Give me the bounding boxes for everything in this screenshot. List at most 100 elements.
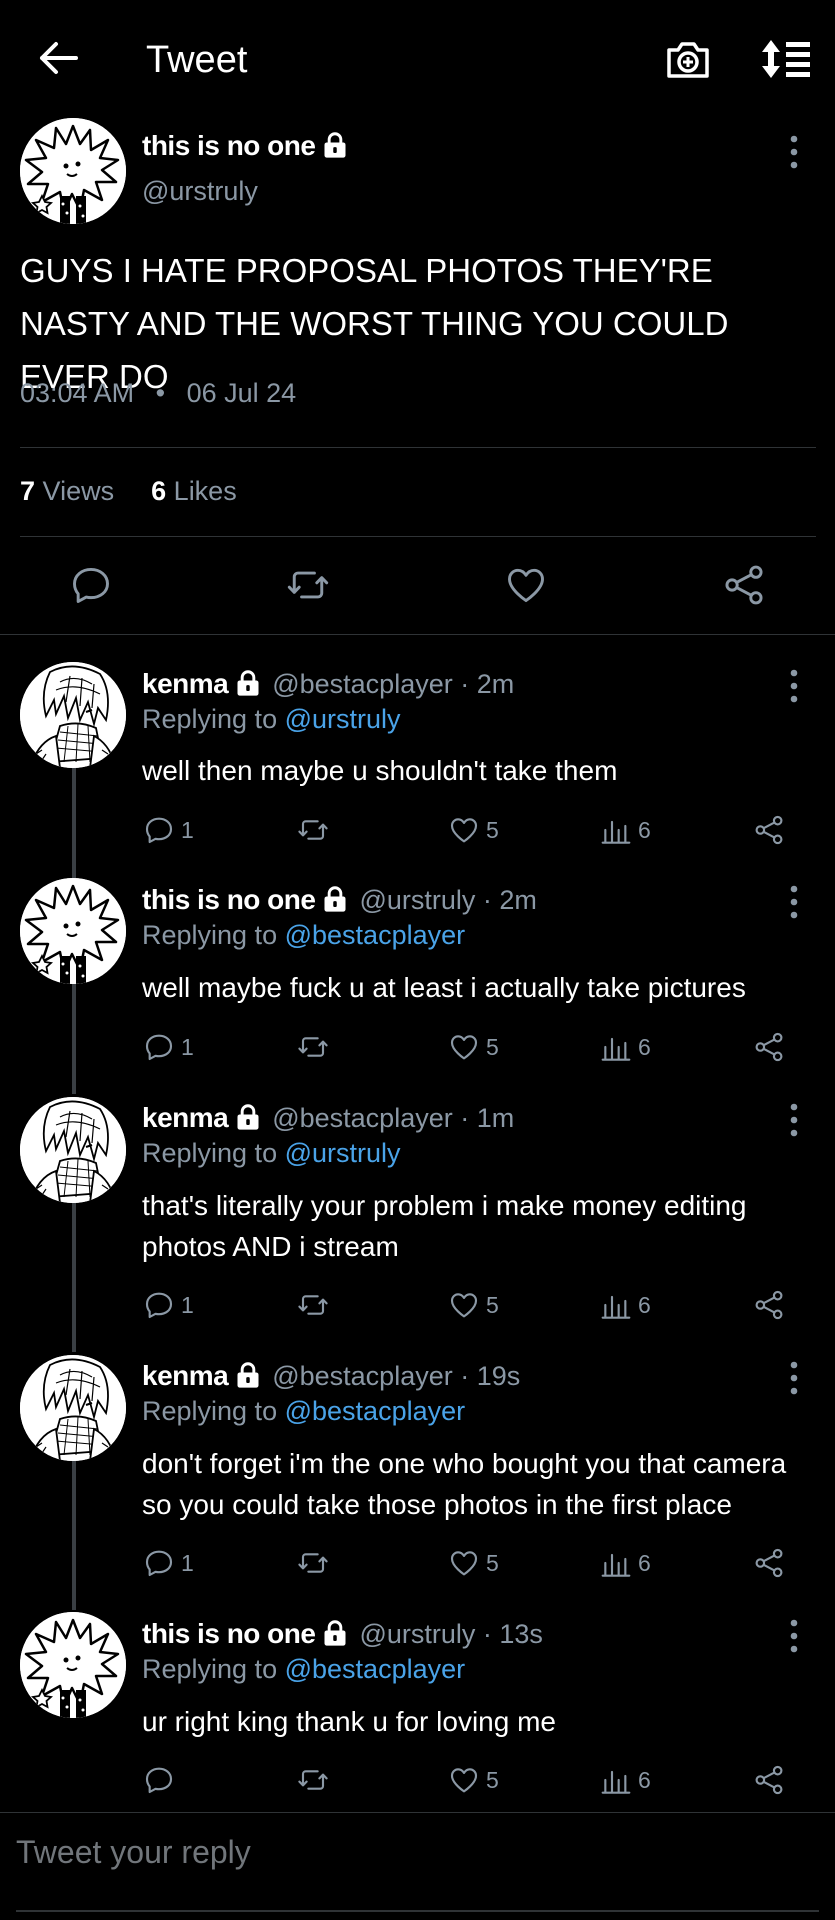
share-icon[interactable] [722,563,766,607]
comment-icon [143,814,175,846]
reply-handle-time: @urstruly · 2m [359,884,537,915]
back-arrow-icon[interactable] [36,36,80,80]
reply-header: kenma @bestacplayer · 1m [142,1102,514,1134]
comment-button[interactable]: 1 [143,1031,194,1063]
author-handle[interactable]: @urstruly [142,176,258,207]
tweet-timestamp: 03:04 AM • 06 Jul 24 [20,378,296,409]
heart-icon [448,814,480,846]
tweet-stats: 7 Views 6 Likes [20,476,237,507]
views-button[interactable]: 6 [600,1547,651,1579]
retweet-button[interactable] [297,1031,329,1063]
retweet-icon [297,1289,329,1321]
like-button[interactable]: 5 [448,814,499,846]
like-button[interactable]: 5 [448,1289,499,1321]
reply-handle-time: @bestacplayer · 2m [272,668,515,699]
replying-to-link[interactable]: @urstruly [285,704,401,734]
reply-text: ur right king thank u for loving me [142,1706,556,1737]
views-count: 6 [638,1549,651,1576]
views-button[interactable]: 6 [600,1031,651,1063]
like-button[interactable]: 5 [448,1764,499,1796]
replying-to: Replying to @urstruly [142,1138,401,1169]
avatar-kenma-image [20,1097,126,1203]
camera-add-icon[interactable] [665,36,711,82]
like-button[interactable]: 5 [448,1547,499,1579]
avatar-star-character-image [20,118,126,224]
top-bar: Tweet [0,0,835,118]
reply-author-name[interactable]: kenma [142,1360,229,1392]
comment-button[interactable]: 1 [143,814,194,846]
more-vertical-icon[interactable] [787,134,801,170]
views-label[interactable]: Views [43,476,115,506]
avatar[interactable] [20,1097,126,1203]
replying-prefix: Replying to [142,704,278,734]
comment-icon [143,1764,175,1796]
more-vertical-icon[interactable] [787,1360,801,1396]
sort-icon[interactable] [760,38,812,80]
reply-composer[interactable]: Tweet your reply [0,1812,835,1920]
comment-icon[interactable] [69,563,113,607]
reply-text: well then maybe u shouldn't take them [142,755,618,786]
likes-count: 6 [151,476,167,506]
avatar[interactable] [20,662,126,768]
views-button[interactable]: 6 [600,1289,651,1321]
more-vertical-icon[interactable] [787,1618,801,1654]
more-vertical-icon[interactable] [787,884,801,920]
retweet-icon[interactable] [286,563,330,607]
lock-icon [234,670,262,698]
retweet-button[interactable] [297,1764,329,1796]
replying-to: Replying to @urstruly [142,704,401,735]
share-button[interactable] [753,1289,785,1321]
views-chart-icon [600,1547,632,1579]
lock-icon [234,1104,262,1132]
replying-to-link[interactable]: @bestacplayer [285,1396,466,1426]
share-button[interactable] [753,1547,785,1579]
replying-to-link[interactable]: @bestacplayer [285,920,466,950]
likes-label[interactable]: Likes [174,476,237,506]
avatar-star-character-image [20,878,126,984]
main-tweet-author[interactable]: this is no one [142,130,349,162]
share-button[interactable] [753,1764,785,1796]
reply-author-name[interactable]: kenma [142,1102,229,1134]
replying-to-link[interactable]: @bestacplayer [285,1654,466,1684]
retweet-button[interactable] [297,814,329,846]
avatar-kenma-image [20,1355,126,1461]
views-count: 6 [638,1291,651,1318]
comment-button[interactable]: 1 [143,1547,194,1579]
more-vertical-icon[interactable] [787,1102,801,1138]
replying-to-link[interactable]: @urstruly [285,1138,401,1168]
share-icon [753,1547,785,1579]
comment-icon [143,1031,175,1063]
views-button[interactable]: 6 [600,1764,651,1796]
views-count: 6 [638,1033,651,1060]
views-chart-icon [600,814,632,846]
reply-text: don't forget i'm the one who bought you … [142,1448,787,1520]
avatar[interactable] [20,1612,126,1718]
share-button[interactable] [753,1031,785,1063]
like-button[interactable]: 5 [448,1031,499,1063]
share-button[interactable] [753,814,785,846]
views-button[interactable]: 6 [600,814,651,846]
reply-author-name[interactable]: this is no one [142,1618,316,1650]
replying-prefix: Replying to [142,1654,278,1684]
comment-button[interactable] [143,1764,181,1796]
avatar[interactable] [20,1355,126,1461]
replying-to: Replying to @bestacplayer [142,1396,465,1427]
heart-icon[interactable] [504,563,548,607]
retweet-button[interactable] [297,1289,329,1321]
reply-text: well maybe fuck u at least i actually ta… [142,972,746,1003]
views-count: 6 [638,816,651,843]
reply-header: this is no one @urstruly · 13s [142,1618,543,1650]
replying-to: Replying to @bestacplayer [142,920,465,951]
retweet-button[interactable] [297,1547,329,1579]
lock-icon [321,1620,349,1648]
share-icon [753,1764,785,1796]
reply-author-name[interactable]: kenma [142,668,229,700]
more-vertical-icon[interactable] [787,668,801,704]
lock-icon [234,1362,262,1390]
comment-button[interactable]: 1 [143,1289,194,1321]
reply-input[interactable]: Tweet your reply [16,1834,251,1871]
avatar[interactable] [20,118,126,224]
avatar[interactable] [20,878,126,984]
reply-author-name[interactable]: this is no one [142,884,316,916]
like-count: 5 [486,1033,499,1060]
